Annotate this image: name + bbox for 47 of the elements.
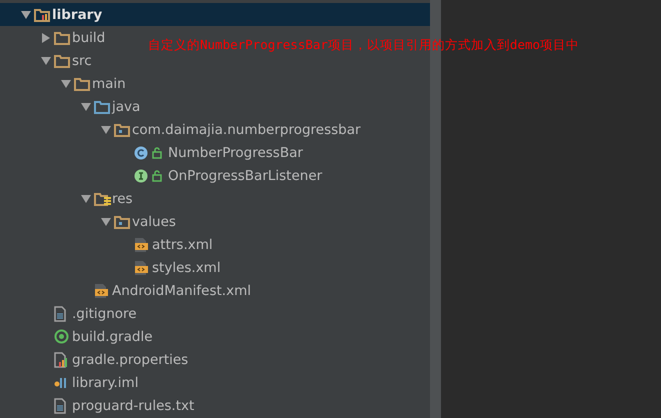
tree-item[interactable]: build	[72, 30, 106, 46]
lock-icon	[152, 170, 162, 182]
collapse-arrow-icon[interactable]	[101, 126, 111, 134]
tree-item[interactable]: styles.xml	[152, 260, 221, 276]
tree-item[interactable]: main	[92, 76, 126, 92]
interface-icon	[134, 168, 148, 182]
text-file-icon	[54, 306, 66, 322]
package-folder-icon	[114, 122, 130, 136]
properties-file-icon	[54, 352, 67, 368]
collapse-arrow-icon[interactable]	[41, 56, 51, 64]
tree-item[interactable]: library	[52, 6, 102, 22]
annotation-text: 自定义的NumberProgressBar项目，以项目引用的方式加入到demo项目中	[148, 37, 580, 54]
tree-item[interactable]: com.daimajia.numberprogressbar	[132, 122, 361, 138]
module-file-icon	[54, 376, 68, 390]
text-file-icon	[54, 398, 66, 414]
tree-item[interactable]: res	[112, 190, 133, 206]
tree-item[interactable]: java	[112, 98, 140, 114]
tree-item[interactable]: proguard-rules.txt	[72, 398, 194, 414]
tree-item[interactable]: AndroidManifest.xml	[112, 282, 251, 298]
collapse-arrow-icon[interactable]	[101, 218, 111, 226]
collapse-arrow-icon[interactable]	[81, 194, 91, 202]
collapse-arrow-icon[interactable]	[21, 10, 31, 18]
expand-arrow-icon[interactable]	[42, 32, 50, 42]
folder-icon	[54, 54, 70, 68]
tree-item[interactable]: values	[132, 214, 176, 230]
collapse-arrow-icon[interactable]	[81, 102, 91, 110]
folder-icon	[94, 100, 110, 114]
xml-file-icon	[134, 260, 148, 276]
class-icon	[134, 146, 148, 160]
tree-item[interactable]: build.gradle	[72, 328, 153, 344]
tree-item[interactable]: src	[72, 52, 92, 68]
gradle-file-icon	[54, 329, 69, 344]
folder-icon	[54, 30, 70, 44]
module-folder-icon	[34, 8, 50, 22]
resource-folder-icon	[94, 192, 112, 206]
lock-icon	[152, 146, 162, 158]
tree-item[interactable]: OnProgressBarListener	[168, 168, 322, 184]
tree-item[interactable]: NumberProgressBar	[168, 144, 303, 160]
tree-item[interactable]: attrs.xml	[152, 236, 213, 252]
tree-item[interactable]: library.iml	[72, 374, 138, 390]
tree-item[interactable]: gradle.properties	[72, 352, 188, 368]
xml-file-icon	[134, 236, 148, 252]
folder-icon	[74, 76, 90, 90]
collapse-arrow-icon[interactable]	[61, 80, 71, 88]
tree-item[interactable]: .gitignore	[72, 306, 137, 322]
package-folder-icon	[114, 214, 130, 228]
xml-file-icon	[94, 282, 108, 298]
